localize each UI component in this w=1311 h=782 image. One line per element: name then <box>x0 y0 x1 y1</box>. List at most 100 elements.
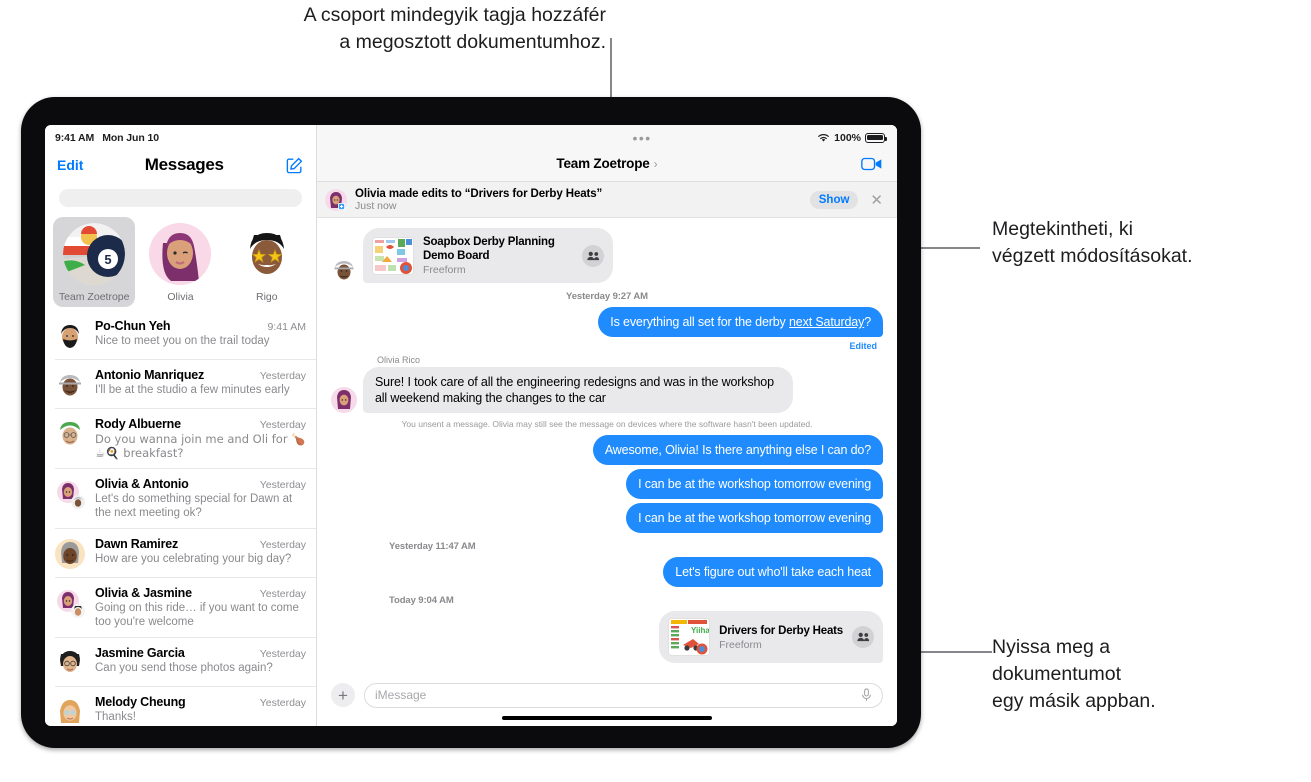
pinned-label: Olivia <box>167 291 194 303</box>
document-card-text: Drivers for Derby Heats Freeform <box>719 624 843 651</box>
message-bubble-outgoing[interactable]: Is everything all set for the derby next… <box>598 307 887 337</box>
list-item[interactable]: Melody Cheung Yesterday Thanks! <box>55 687 316 726</box>
message-text-tail: ? <box>864 315 871 329</box>
conversation-list[interactable]: Po-Chun Yeh 9:41 AM Nice to meet you on … <box>45 311 316 726</box>
document-thumbnail <box>372 236 414 275</box>
list-item-body: Jasmine Garcia Yesterday Can you send th… <box>95 646 306 675</box>
search-input[interactable] <box>59 189 302 207</box>
memoji-rody-avatar <box>55 419 85 449</box>
edited-label: Edited <box>849 341 877 351</box>
message-row-card-outgoing: Yiihaa! Drivers for Derby Heats <box>331 611 887 663</box>
timestamp: Yesterday <box>259 479 306 491</box>
message-row-outgoing: I can be at the workshop tomorrow evenin… <box>331 503 887 533</box>
imessage-input[interactable]: iMessage <box>364 682 883 708</box>
timestamp: Yesterday <box>259 419 306 431</box>
sender-name: Olivia Rico <box>377 355 421 365</box>
list-item[interactable]: Po-Chun Yeh 9:41 AM Nice to meet you on … <box>55 311 316 360</box>
wifi-icon <box>817 133 830 143</box>
shared-document-card[interactable]: Soapbox Derby Planning Demo Board Freefo… <box>363 228 613 283</box>
people-shared-icon[interactable] <box>582 244 604 267</box>
timestamp: Yesterday <box>259 370 306 382</box>
message-composer: + iMessage <box>317 674 897 716</box>
edit-button[interactable]: Edit <box>57 157 83 173</box>
message-bubble-incoming[interactable]: Sure! I took care of all the engineering… <box>363 367 793 413</box>
list-item-body: Olivia & Jasmine Yesterday Going on this… <box>95 586 306 629</box>
group-zoetrope-avatar: 5 <box>63 223 126 285</box>
compose-icon[interactable] <box>285 156 304 175</box>
status-date: Mon Jun 10 <box>102 131 159 144</box>
pane-status-bar: ••• 100% <box>317 125 897 146</box>
message-bubble-outgoing[interactable]: Awesome, Olivia! Is there anything else … <box>592 435 888 465</box>
message-thread[interactable]: Soapbox Derby Planning Demo Board Freefo… <box>317 218 897 674</box>
message-link[interactable]: next Saturday <box>789 315 864 329</box>
memoji-olivia-avatar <box>149 223 212 285</box>
timestamp-divider: Yesterday 11:47 AM <box>389 541 476 552</box>
sidebar-status-bar: 9:41 AM Mon Jun 10 <box>45 125 316 146</box>
show-button[interactable]: Show <box>809 190 859 209</box>
message-bubble-outgoing[interactable]: I can be at the workshop tomorrow evenin… <box>626 469 887 499</box>
device-screen: 9:41 AM Mon Jun 10 Edit Messages 5 Team … <box>45 125 897 726</box>
callout-right-top-text: Megtekintheti, ki végzett módosításokat. <box>992 218 1193 267</box>
plus-icon[interactable]: + <box>331 683 355 707</box>
list-item[interactable]: Olivia & Antonio Yesterday Let's do some… <box>55 469 316 529</box>
contact-name: Olivia & Antonio <box>95 477 189 491</box>
status-time: 9:41 AM <box>55 131 95 144</box>
pinned-item-olivia[interactable]: Olivia <box>139 217 221 307</box>
message-text: Is everything all set for the derby <box>610 315 789 329</box>
message-bubble-outgoing[interactable]: I can be at the workshop tomorrow evenin… <box>626 503 887 533</box>
unsent-system-note: You unsent a message. Olivia may still s… <box>401 419 813 429</box>
shared-document-card[interactable]: Yiihaa! Drivers for Derby Heats <box>659 611 887 663</box>
memoji-melody-avatar <box>55 697 85 726</box>
memoji-rigo-avatar <box>235 223 298 285</box>
pinned-item-team-zoetrope[interactable]: 5 Team Zoetrope <box>53 217 136 307</box>
document-thumbnail: Yiihaa! <box>668 618 711 656</box>
close-icon[interactable]: ✕ <box>866 191 887 209</box>
banner-title: Olivia made edits to “Drivers for Derby … <box>355 187 603 200</box>
message-preview: I'll be at the studio a few minutes earl… <box>95 384 290 396</box>
document-title: Soapbox Derby Planning Demo Board <box>423 236 555 262</box>
facetime-video-icon[interactable] <box>861 157 883 171</box>
microphone-icon[interactable] <box>861 688 872 702</box>
banner-text: Olivia made edits to “Drivers for Derby … <box>355 188 802 212</box>
message-preview: Going on this ride… if you want to come … <box>95 602 299 628</box>
sidebar-nav-bar: Edit Messages <box>45 146 316 184</box>
message-row-outgoing: Awesome, Olivia! Is there anything else … <box>331 435 888 465</box>
contact-name: Olivia & Jasmine <box>95 586 192 600</box>
list-item[interactable]: Rody Albuerne Yesterday Do you wanna joi… <box>55 409 316 469</box>
conversation-header[interactable]: Team Zoetrope › <box>317 146 897 182</box>
list-item-body: Po-Chun Yeh 9:41 AM Nice to meet you on … <box>95 319 306 348</box>
memoji-olivia-avatar <box>331 387 357 413</box>
message-row-card-incoming: Soapbox Derby Planning Demo Board Freefo… <box>331 228 883 283</box>
timestamp: Yesterday <box>259 648 306 660</box>
message-row-outgoing: Is everything all set for the derby next… <box>331 307 887 337</box>
list-item[interactable]: Olivia & Jasmine Yesterday Going on this… <box>55 578 316 638</box>
list-item-body: Antonio Manriquez Yesterday I'll be at t… <box>95 368 306 397</box>
people-shared-icon[interactable] <box>852 626 874 648</box>
pinned-label: Team Zoetrope <box>58 291 130 303</box>
list-item-body: Olivia & Antonio Yesterday Let's do some… <box>95 477 306 520</box>
memoji-dawn-avatar <box>55 539 85 569</box>
imessage-placeholder: iMessage <box>375 688 427 702</box>
list-item[interactable]: Antonio Manriquez Yesterday I'll be at t… <box>55 360 316 409</box>
list-item[interactable]: Jasmine Garcia Yesterday Can you send th… <box>55 638 316 687</box>
timestamp: Yesterday <box>259 539 306 551</box>
document-card-text: Soapbox Derby Planning Demo Board Freefo… <box>423 235 573 276</box>
message-bubble-outgoing[interactable]: Let's figure out who'll take each heat <box>663 557 887 587</box>
contact-name: Po-Chun Yeh <box>95 319 171 333</box>
contact-name: Dawn Ramirez <box>95 537 179 551</box>
pinned-conversations: 5 Team Zoetrope Olivia Rigo <box>45 207 316 311</box>
message-preview: Thanks! <box>95 711 136 723</box>
document-title: Drivers for Derby Heats <box>719 624 843 637</box>
svg-text:Yiihaa!: Yiihaa! <box>691 626 710 635</box>
message-preview: How are you celebrating your big day? <box>95 553 292 565</box>
list-item-body: Rody Albuerne Yesterday Do you wanna joi… <box>95 417 306 460</box>
message-row-incoming: Sure! I took care of all the engineering… <box>331 367 883 413</box>
list-item[interactable]: Dawn Ramirez Yesterday How are you celeb… <box>55 529 316 578</box>
chevron-right-icon[interactable]: › <box>654 157 658 171</box>
contact-name: Melody Cheung <box>95 695 186 709</box>
multitask-handle-icon[interactable]: ••• <box>317 131 817 145</box>
pinned-item-rigo[interactable]: Rigo <box>226 217 308 307</box>
list-item-body: Dawn Ramirez Yesterday How are you celeb… <box>95 537 306 566</box>
edit-notification-banner[interactable]: Olivia made edits to “Drivers for Derby … <box>317 182 897 218</box>
document-app-name: Freeform <box>423 264 466 276</box>
